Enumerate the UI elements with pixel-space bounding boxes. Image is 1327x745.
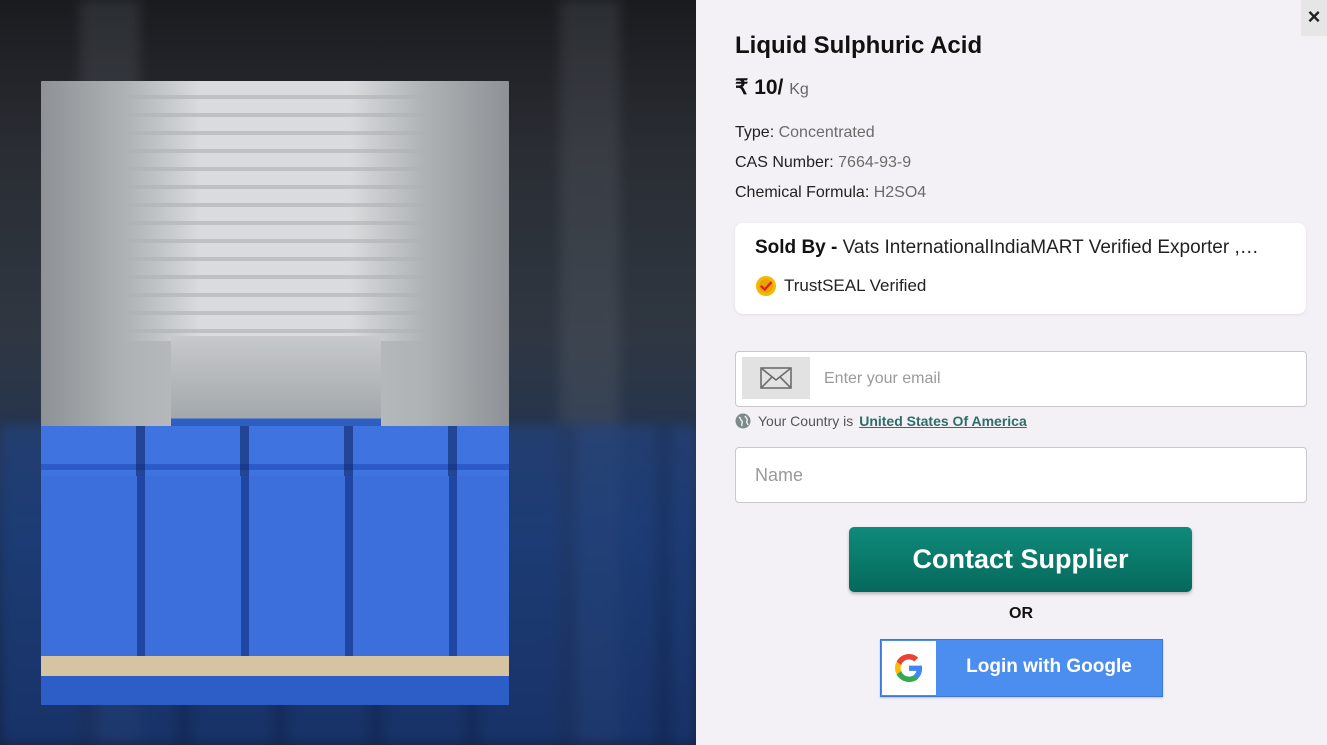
spec-value: 7664-93-9 xyxy=(838,154,912,171)
spec-value: Concentrated xyxy=(778,124,875,141)
country-line: Your Country is United States Of America xyxy=(735,413,1027,429)
spec-label: CAS Number: xyxy=(735,154,834,171)
product-price: ₹ 10/ Kg xyxy=(735,75,809,100)
trustseal-label: TrustSEAL Verified xyxy=(784,276,927,295)
mail-icon-box xyxy=(742,357,810,399)
globe-icon xyxy=(735,413,751,429)
spec-cas-number: CAS Number: 7664-93-9 xyxy=(735,154,911,172)
google-logo-box xyxy=(882,641,936,695)
trustseal-check-icon xyxy=(756,276,776,296)
google-button-label: Login with Google xyxy=(966,656,1132,677)
email-field-wrapper xyxy=(735,351,1307,407)
or-separator: OR xyxy=(1009,605,1033,622)
close-icon: × xyxy=(1307,4,1321,29)
name-input[interactable] xyxy=(753,454,1297,496)
envelope-icon xyxy=(760,367,792,389)
email-input[interactable] xyxy=(822,358,1296,400)
google-icon xyxy=(895,654,923,682)
sold-by-label: Sold By - xyxy=(755,237,838,258)
contact-supplier-button[interactable]: Contact Supplier xyxy=(849,527,1192,592)
spec-chemical-formula: Chemical Formula: H2SO4 xyxy=(735,184,926,202)
product-photo[interactable] xyxy=(41,81,509,705)
seller-name[interactable]: Vats InternationalIndiaMART Verified Exp… xyxy=(843,237,1259,258)
product-image-panel xyxy=(0,0,696,745)
login-with-google-button[interactable]: Login with Google xyxy=(880,639,1163,697)
spec-label: Chemical Formula: xyxy=(735,184,870,201)
close-button[interactable]: × xyxy=(1301,0,1327,36)
country-link[interactable]: United States Of America xyxy=(859,413,1027,429)
spec-value: H2SO4 xyxy=(873,184,927,201)
spec-type: Type: Concentrated xyxy=(735,124,875,142)
price-value: ₹ 10/ xyxy=(735,76,784,99)
price-unit: Kg xyxy=(789,81,809,98)
seller-line: Sold By - Vats InternationalIndiaMART Ve… xyxy=(755,237,1290,259)
trustseal-badge: TrustSEAL Verified xyxy=(755,275,926,297)
product-title: Liquid Sulphuric Acid xyxy=(735,32,983,59)
name-field-wrapper xyxy=(735,447,1307,503)
spec-label: Type: xyxy=(735,124,775,141)
seller-card: Sold By - Vats InternationalIndiaMART Ve… xyxy=(735,223,1306,314)
country-prefix: Your Country is xyxy=(758,413,854,429)
